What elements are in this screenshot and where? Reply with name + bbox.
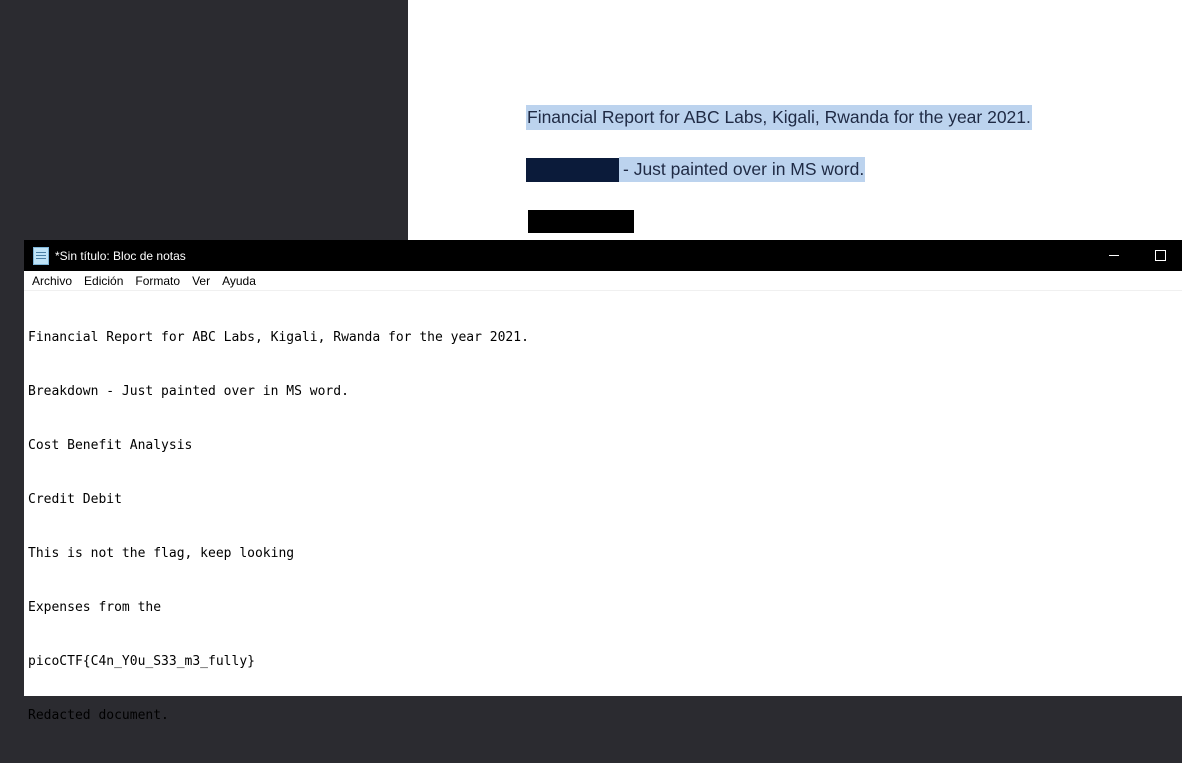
text-line: Credit Debit [28, 492, 122, 507]
notepad-titlebar[interactable]: *Sin título: Bloc de notas [24, 240, 1182, 271]
notepad-text-area[interactable]: Financial Report for ABC Labs, Kigali, R… [24, 291, 1182, 763]
menu-edicion[interactable]: Edición [78, 274, 129, 288]
text-line: This is not the flag, keep looking [28, 546, 295, 561]
menu-ayuda[interactable]: Ayuda [216, 274, 262, 288]
document-line-text: - Just painted over in MS word. [619, 157, 866, 182]
window-title: *Sin título: Bloc de notas [55, 248, 186, 263]
text-line: picoCTF{C4n_Y0u_S33_m3_fully} [28, 654, 255, 669]
notepad-window: *Sin título: Bloc de notas Archivo Edici… [23, 240, 1182, 723]
menu-formato[interactable]: Formato [129, 274, 186, 288]
text-line: Breakdown - Just painted over in MS word… [28, 384, 349, 399]
maximize-icon [1154, 250, 1166, 261]
document-breakdown-line[interactable]: - Just painted over in MS word. [526, 157, 866, 182]
text-line: Expenses from the [28, 600, 162, 615]
maximize-button[interactable] [1137, 240, 1182, 271]
minimize-button[interactable] [1091, 240, 1137, 271]
redaction-box [526, 157, 619, 182]
menu-ver[interactable]: Ver [186, 274, 216, 288]
text-line: Redacted document. [28, 708, 169, 723]
text-line: Financial Report for ABC Labs, Kigali, R… [28, 330, 529, 345]
menu-archivo[interactable]: Archivo [26, 274, 78, 288]
redaction-box-black [528, 210, 634, 233]
document-title-line[interactable]: Financial Report for ABC Labs, Kigali, R… [526, 105, 1032, 130]
menu-bar: Archivo Edición Formato Ver Ayuda [24, 271, 1182, 291]
word-document-page: Financial Report for ABC Labs, Kigali, R… [408, 0, 1182, 240]
text-line: Cost Benefit Analysis [28, 438, 193, 453]
notepad-icon [33, 246, 49, 265]
minimize-icon [1109, 255, 1119, 256]
